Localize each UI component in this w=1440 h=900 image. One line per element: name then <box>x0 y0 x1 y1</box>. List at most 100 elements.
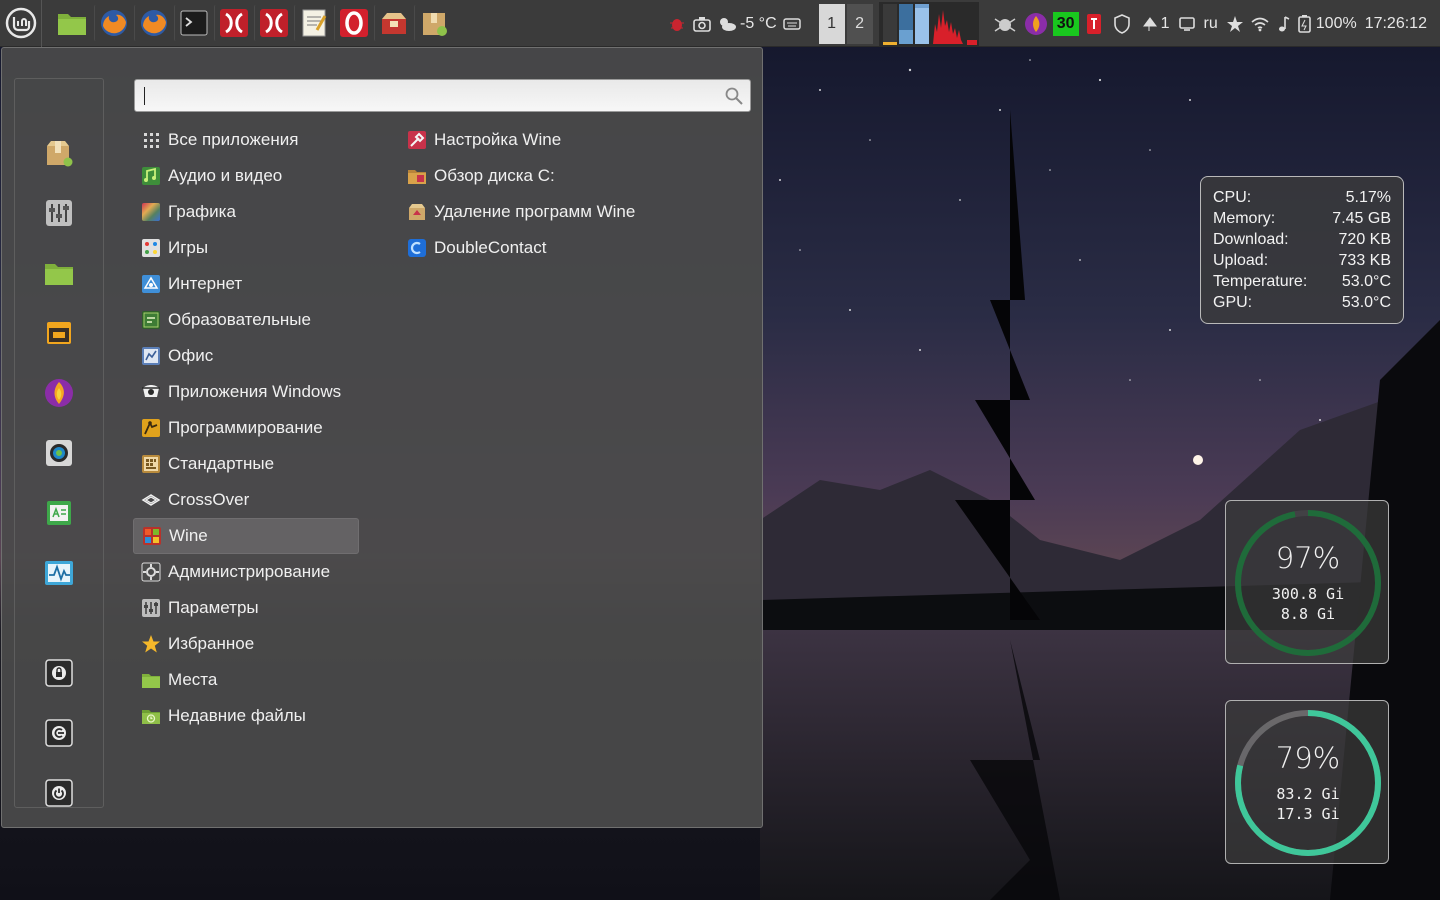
favorite-system-monitor[interactable] <box>43 557 75 589</box>
weather-temperature[interactable]: -5 °C <box>740 15 777 33</box>
search-input[interactable] <box>135 80 715 110</box>
category-office[interactable]: Офис <box>133 338 359 374</box>
panel-clock[interactable]: 17:26:12 <box>1365 15 1427 33</box>
text-editor-launcher[interactable] <box>294 5 330 41</box>
display-icon[interactable] <box>1178 16 1196 32</box>
sound-icon[interactable] <box>1276 15 1290 33</box>
app-doublecontact[interactable]: DoubleContact <box>401 230 741 266</box>
upload-label: Upload: <box>1213 252 1269 269</box>
app-label: Обзор диска C: <box>434 166 555 185</box>
firefox-icon <box>140 10 167 36</box>
category-internet[interactable]: Интернет <box>133 266 359 302</box>
terminal-launcher[interactable] <box>174 5 210 41</box>
logout-button[interactable] <box>43 717 75 749</box>
favorite-colour-picker[interactable] <box>43 437 75 469</box>
favorite-settings[interactable] <box>43 197 75 229</box>
screenshot-icon[interactable] <box>692 15 712 33</box>
category-label: Параметры <box>168 598 259 617</box>
category-games[interactable]: Игры <box>133 230 359 266</box>
bug-icon[interactable] <box>668 15 686 33</box>
administration-icon <box>141 562 161 582</box>
system-monitor-widget: CPU: 5.17% Memory: 7.45 GB Download: 720 KB… <box>1200 176 1404 324</box>
firefox-icon <box>100 10 127 36</box>
category-recent-files[interactable]: Недавние файлы <box>133 698 359 734</box>
download-row: Download: 720 KB <box>1213 229 1391 250</box>
app-tray-icon[interactable] <box>1023 11 1049 37</box>
notifications-count[interactable]: 1 <box>1161 15 1170 33</box>
crossover-launcher[interactable] <box>214 5 250 41</box>
search-box[interactable] <box>134 79 751 112</box>
archive-manager-launcher[interactable] <box>414 5 450 41</box>
category-label: Администрирование <box>168 562 331 581</box>
shield-icon[interactable] <box>1113 13 1131 34</box>
notifications-icon[interactable] <box>1141 15 1159 33</box>
workspace-2-button[interactable]: 2 <box>846 3 873 44</box>
spider-icon[interactable] <box>993 13 1017 35</box>
category-label: Игры <box>168 238 209 257</box>
app-wine-config[interactable]: Настройка Wine <box>401 122 741 158</box>
favorite-package-installer[interactable] <box>43 137 75 169</box>
cpu-graph-applet[interactable] <box>878 1 979 46</box>
category-administration[interactable]: Администрирование <box>133 554 359 590</box>
category-label: Графика <box>168 202 236 221</box>
category-all-apps[interactable]: Все приложения <box>133 122 359 158</box>
text-editor-icon <box>302 9 326 37</box>
battery-percentage[interactable]: 100% <box>1316 15 1357 33</box>
app-browse-drive-c[interactable]: Обзор диска C: <box>401 158 741 194</box>
favorite-files[interactable] <box>43 257 75 289</box>
category-wine[interactable]: Wine <box>133 518 359 554</box>
education-icon <box>142 311 160 329</box>
wine-uninstall-icon <box>409 204 425 220</box>
download-value: 720 KB <box>1338 231 1391 248</box>
category-label: Стандартные <box>168 454 275 473</box>
category-education[interactable]: Образовательные <box>133 302 359 338</box>
firefox-icon <box>45 379 73 407</box>
favorites-panel <box>14 78 104 808</box>
app-indicator-icon[interactable] <box>1085 13 1103 35</box>
firefox-launcher[interactable] <box>94 5 130 41</box>
category-label: Wine <box>169 526 208 545</box>
counter-badge[interactable]: 30 <box>1052 11 1079 36</box>
temperature-label: Temperature: <box>1213 273 1308 290</box>
crossover-launcher-2[interactable] <box>254 5 290 41</box>
keyboard-icon[interactable] <box>782 17 801 31</box>
firefox-launcher-2[interactable] <box>134 5 170 41</box>
search-icon[interactable] <box>724 86 744 106</box>
category-preferences[interactable]: Параметры <box>133 590 359 626</box>
wine-icon <box>143 527 161 545</box>
star-icon[interactable] <box>1226 15 1244 33</box>
mint-menu-button[interactable] <box>0 0 42 47</box>
favorite-firefox[interactable] <box>43 377 75 409</box>
upload-value: 733 KB <box>1338 252 1391 269</box>
disk-usage-widget-1: 97% 300.8 Gi 8.8 Gi <box>1225 500 1389 664</box>
lock-screen-button[interactable] <box>43 657 75 689</box>
wifi-icon[interactable] <box>1250 16 1270 32</box>
weather-icon[interactable] <box>716 15 738 33</box>
category-label: Аудио и видео <box>168 166 283 185</box>
shutdown-icon <box>45 779 73 807</box>
category-favorites[interactable]: Избранное <box>133 626 359 662</box>
grid-icon <box>144 133 159 148</box>
keyboard-layout-indicator[interactable]: ru <box>1204 15 1218 33</box>
disk-free: 8.8 Gi <box>1280 605 1336 623</box>
category-places[interactable]: Места <box>133 662 359 698</box>
workspace-1-button[interactable]: 1 <box>818 3 845 44</box>
app-wine-uninstaller[interactable]: Удаление программ Wine <box>401 194 741 230</box>
system-monitor-icon <box>45 561 73 585</box>
category-windows-apps[interactable]: Приложения Windows <box>133 374 359 410</box>
category-programming[interactable]: Программирование <box>133 410 359 446</box>
disk-free: 17.3 Gi <box>1276 805 1340 823</box>
gpu-label: GPU: <box>1213 294 1253 311</box>
category-accessories[interactable]: Стандартные <box>133 446 359 482</box>
shutdown-button[interactable] <box>43 777 75 809</box>
favorite-dictionary[interactable] <box>43 497 75 529</box>
battery-icon[interactable] <box>1296 14 1314 34</box>
package-installer-icon <box>381 13 406 34</box>
favorite-calendar[interactable] <box>43 317 75 349</box>
opera-launcher[interactable] <box>334 5 370 41</box>
category-crossover[interactable]: CrossOver <box>133 482 359 518</box>
files-launcher[interactable] <box>54 5 90 41</box>
category-audio-video[interactable]: Аудио и видео <box>133 158 359 194</box>
package-installer-launcher[interactable] <box>374 5 410 41</box>
category-graphics[interactable]: Графика <box>133 194 359 230</box>
